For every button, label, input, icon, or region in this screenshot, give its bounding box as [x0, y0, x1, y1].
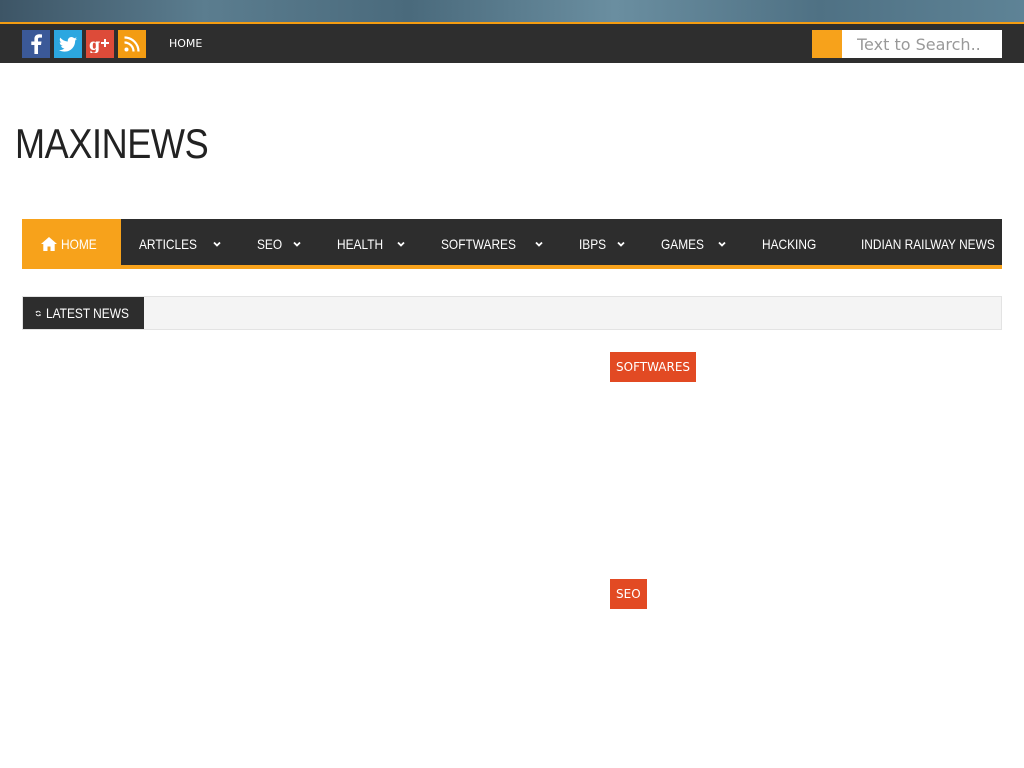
- refresh-icon: [35, 310, 41, 316]
- nav-item-health[interactable]: HEALTH: [319, 219, 423, 269]
- category-tag-softwares[interactable]: SOFTWARES: [610, 352, 697, 382]
- nav-label: HEALTH: [336, 236, 383, 252]
- nav-item-hacking[interactable]: HACKING: [744, 219, 844, 269]
- social-links: g: [22, 30, 146, 58]
- nav-item-indian-railway-news[interactable]: INDIAN RAILWAY NEWS: [843, 219, 1024, 269]
- chevron-down-icon: [293, 241, 301, 247]
- site-logo[interactable]: MAXINEWS: [15, 120, 209, 168]
- latest-news-text: LATEST NEWS: [46, 305, 130, 321]
- nav-label: SOFTWARES: [441, 236, 516, 252]
- nav-label: ARTICLES: [139, 236, 197, 252]
- chevron-down-icon: [213, 241, 221, 247]
- top-nav-home[interactable]: HOME: [169, 37, 202, 50]
- nav-item-games[interactable]: GAMES: [643, 219, 744, 269]
- nav-item-seo[interactable]: SEO: [239, 219, 319, 269]
- search-button[interactable]: [812, 30, 842, 58]
- nav-label: HACKING: [761, 236, 816, 252]
- category-tag-seo[interactable]: SEO: [610, 579, 647, 609]
- home-icon: [41, 237, 57, 251]
- chevron-down-icon: [535, 241, 543, 247]
- rss-icon[interactable]: [118, 30, 146, 58]
- nav-item-home[interactable]: HOME: [22, 219, 121, 269]
- nav-label: GAMES: [661, 236, 705, 252]
- facebook-icon[interactable]: [22, 30, 50, 58]
- latest-news-bar: LATEST NEWS: [22, 296, 1002, 330]
- nav-label: SEO: [257, 236, 283, 252]
- svg-text:g: g: [89, 35, 100, 53]
- chevron-down-icon: [718, 241, 726, 247]
- main-nav: HOME ARTICLES SEO HEALTH SOFTWARES IBPS …: [22, 219, 1002, 269]
- top-decorative-strip: [0, 0, 1024, 22]
- google-plus-icon[interactable]: g: [86, 30, 114, 58]
- nav-item-softwares[interactable]: SOFTWARES: [423, 219, 561, 269]
- search-input[interactable]: [842, 30, 1002, 58]
- chevron-down-icon: [617, 241, 625, 247]
- twitter-icon[interactable]: [54, 30, 82, 58]
- nav-item-articles[interactable]: ARTICLES: [121, 219, 239, 269]
- chevron-down-icon: [397, 241, 405, 247]
- nav-label: HOME: [61, 236, 97, 252]
- latest-news-label: LATEST NEWS: [23, 297, 144, 329]
- top-bar: g HOME: [0, 24, 1024, 63]
- nav-item-ibps[interactable]: IBPS: [561, 219, 643, 269]
- nav-label: IBPS: [579, 236, 607, 252]
- nav-label: INDIAN RAILWAY NEWS: [861, 236, 996, 252]
